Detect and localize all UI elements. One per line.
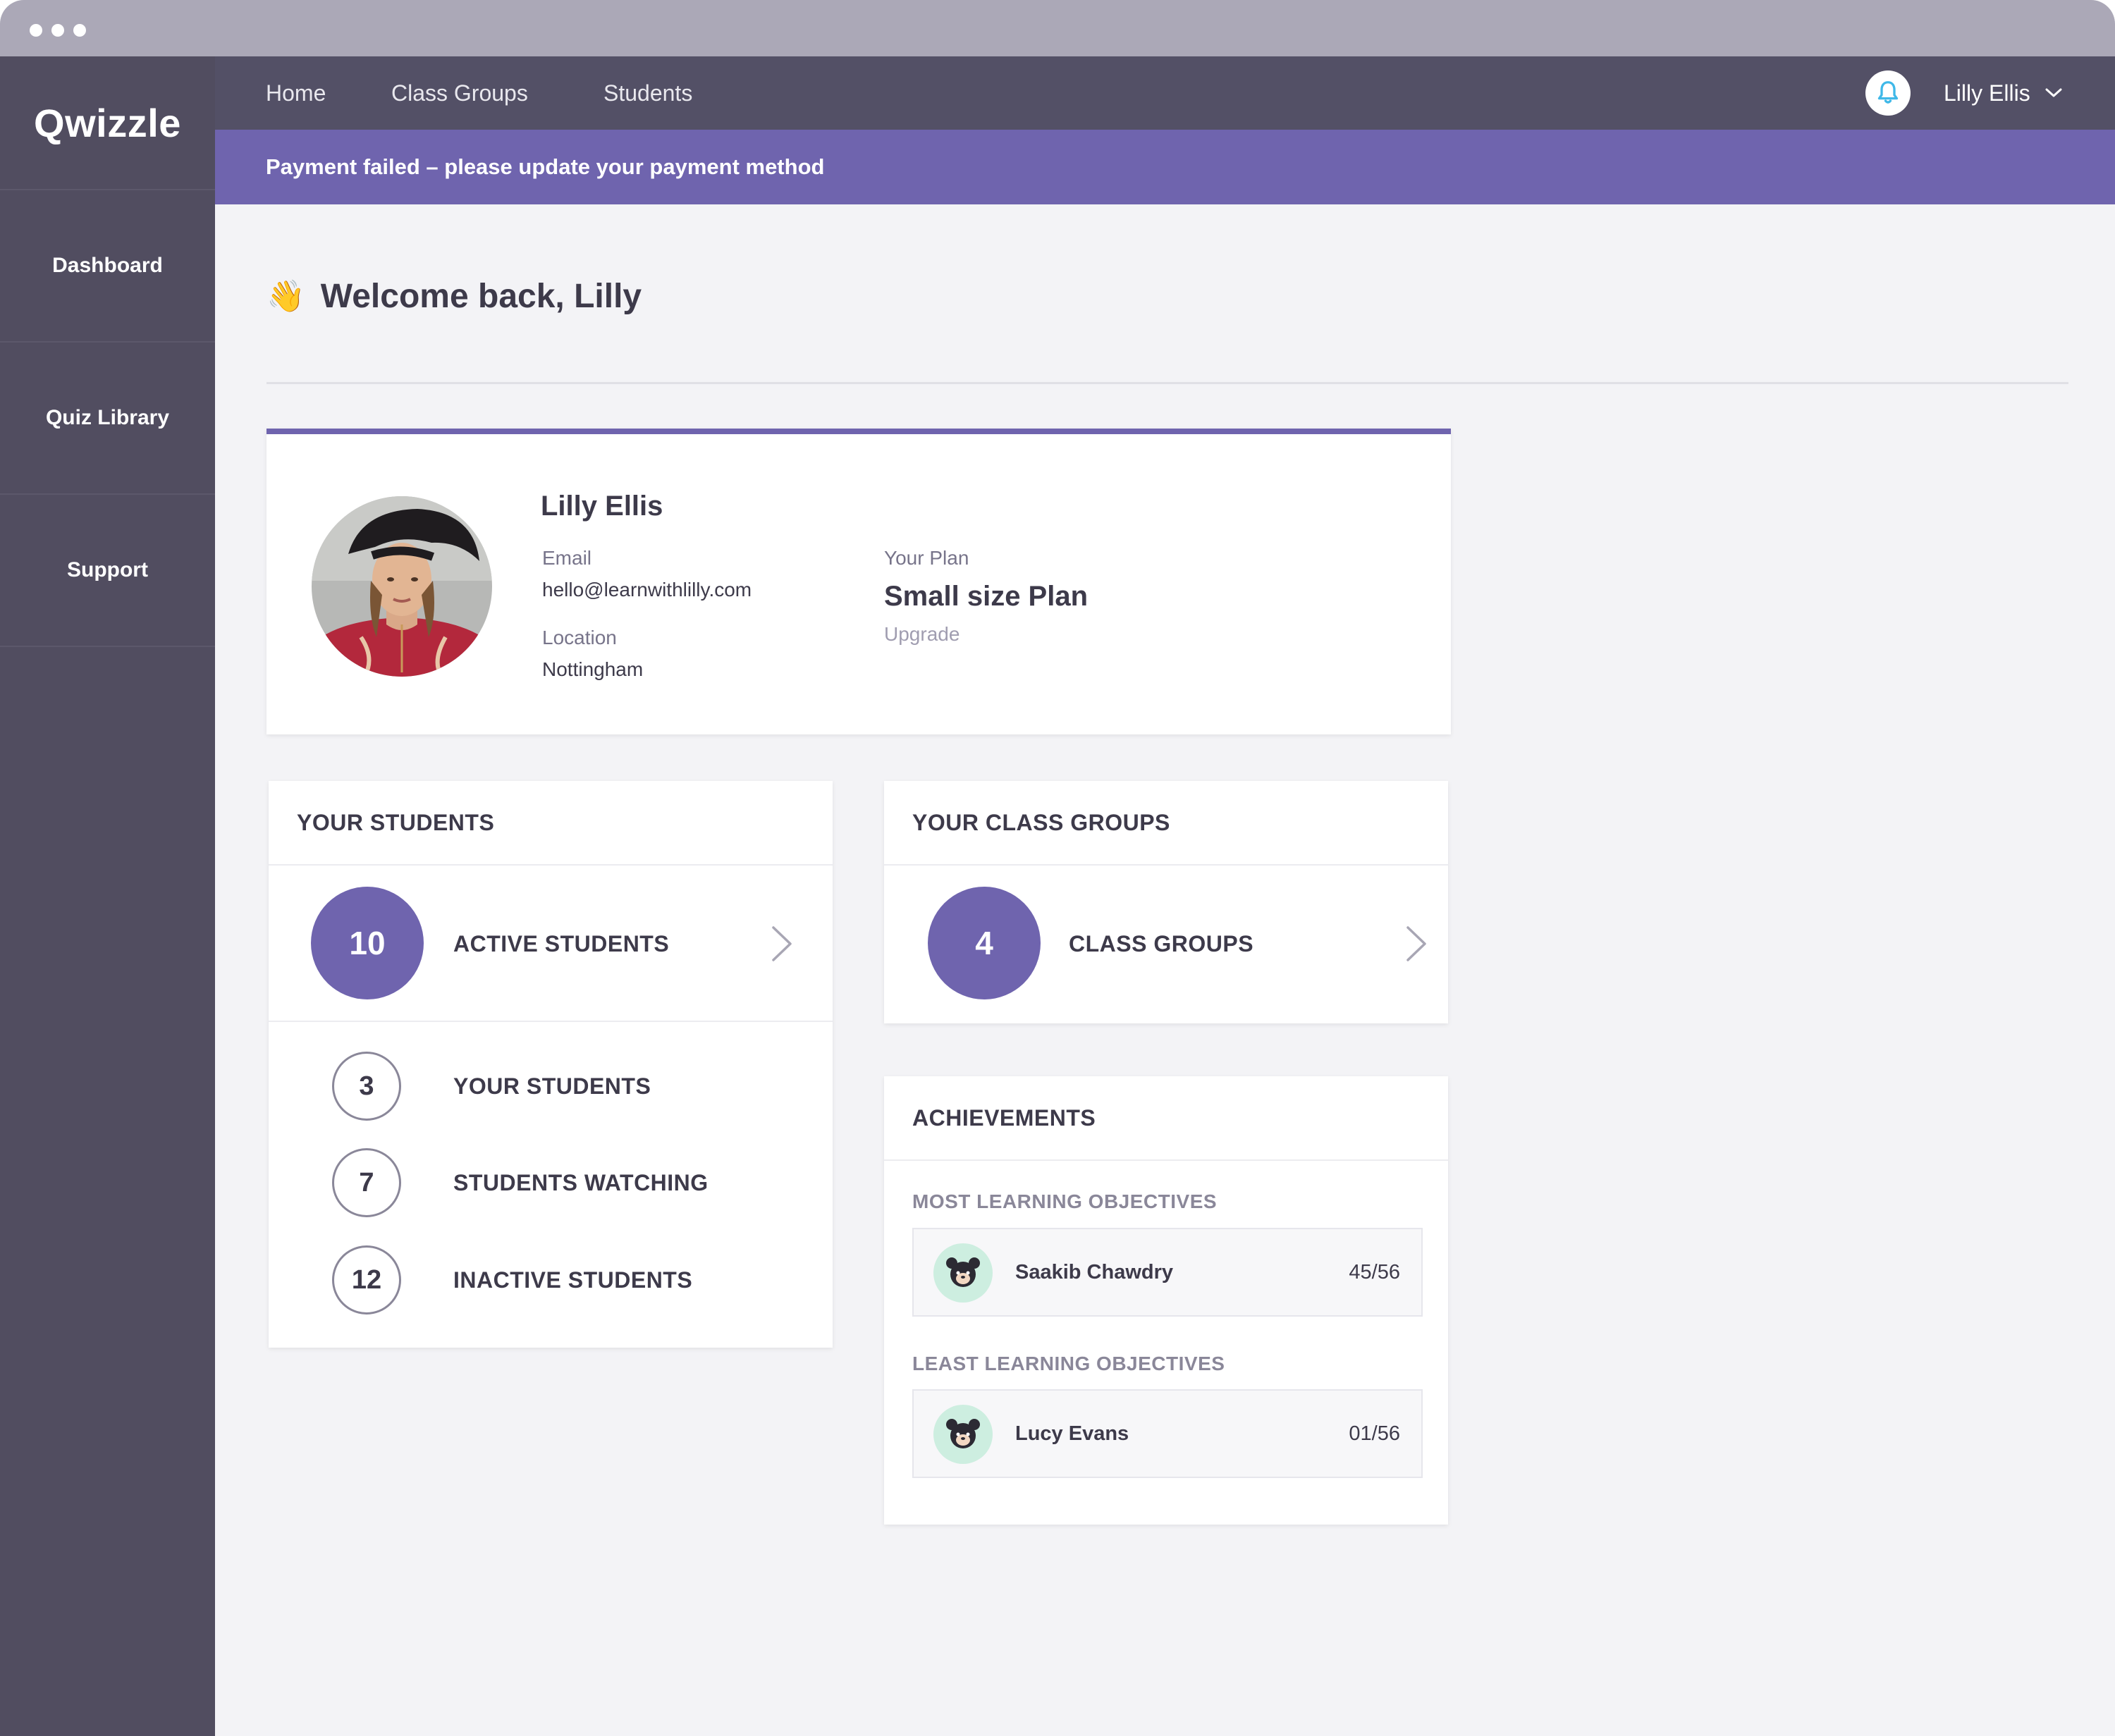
email-label: Email: [542, 547, 592, 569]
app-window: Qwizzle Dashboard Quiz Library Support H…: [0, 0, 2115, 1736]
banner-text: Payment failed – please update your paym…: [266, 154, 825, 179]
bell-icon: [1877, 81, 1899, 104]
card-title: YOUR STUDENTS: [269, 781, 833, 866]
window-dot: [30, 24, 42, 37]
student-score: 01/56: [1349, 1422, 1400, 1445]
upgrade-link[interactable]: Upgrade: [884, 623, 960, 646]
nav-link-students[interactable]: Students: [603, 56, 692, 130]
sidebar-item-support[interactable]: Support: [0, 495, 215, 647]
sidebar: Qwizzle Dashboard Quiz Library Support: [0, 56, 215, 1736]
plan-label: Your Plan: [884, 547, 969, 569]
nav-link-home[interactable]: Home: [266, 56, 326, 130]
plan-name: Small size Plan: [884, 581, 1089, 612]
inactive-students-label: INACTIVE STUDENTS: [453, 1267, 693, 1293]
list-item: 7 STUDENTS WATCHING: [269, 1134, 833, 1219]
your-students-card: YOUR STUDENTS 10 ACTIVE STUDENTS 3 YOUR …: [269, 781, 833, 1348]
window-dot: [73, 24, 86, 37]
chevron-down-icon: [2045, 88, 2062, 97]
user-menu-name: Lilly Ellis: [1944, 80, 2030, 106]
location-value: Nottingham: [542, 658, 644, 680]
location-label: Location: [542, 627, 617, 648]
window-titlebar: [0, 0, 2115, 56]
welcome-text: Welcome back, Lilly: [320, 277, 642, 315]
your-students-count: 3: [332, 1052, 401, 1121]
waving-hand-icon: 👋: [266, 279, 305, 314]
top-nav: Home Class Groups Students Lilly Ellis: [215, 56, 2115, 130]
sidebar-item-quiz-library[interactable]: Quiz Library: [0, 343, 215, 495]
student-score: 45/56: [1349, 1260, 1400, 1283]
window-dot: [51, 24, 64, 37]
bear-avatar-icon: [933, 1405, 993, 1464]
sidebar-item-dashboard[interactable]: Dashboard: [0, 190, 215, 343]
least-objectives-heading: LEAST LEARNING OBJECTIVES: [912, 1353, 1225, 1374]
class-groups-card: YOUR CLASS GROUPS 4 CLASS GROUPS: [884, 781, 1448, 1023]
profile-photo: [312, 496, 492, 677]
user-menu[interactable]: Lilly Ellis: [1944, 56, 2063, 130]
welcome-heading: 👋 Welcome back, Lilly: [266, 268, 642, 324]
payment-failed-banner[interactable]: Payment failed – please update your paym…: [215, 130, 2115, 204]
email-value: hello@learnwithlilly.com: [542, 579, 752, 601]
avatar: [312, 496, 492, 677]
least-objectives-student[interactable]: Lucy Evans 01/56: [912, 1389, 1423, 1478]
most-objectives-heading: MOST LEARNING OBJECTIVES: [912, 1190, 1218, 1212]
inactive-students-count: 12: [332, 1245, 401, 1315]
chevron-right-icon: [772, 926, 792, 961]
students-watching-label: STUDENTS WATCHING: [453, 1169, 709, 1195]
active-students-row[interactable]: 10 ACTIVE STUDENTS: [269, 866, 833, 1022]
students-watching-count: 7: [332, 1148, 401, 1217]
bear-avatar-icon: [933, 1243, 993, 1303]
active-students-label: ACTIVE STUDENTS: [453, 930, 670, 956]
class-groups-row[interactable]: 4 CLASS GROUPS: [884, 866, 1448, 1022]
achievements-card: ACHIEVEMENTS MOST LEARNING OBJECTIVES Sa…: [884, 1076, 1448, 1525]
profile-name: Lilly Ellis: [541, 491, 663, 522]
student-name: Lucy Evans: [1015, 1422, 1129, 1445]
nav-link-class-groups[interactable]: Class Groups: [391, 56, 528, 130]
divider: [266, 382, 2068, 384]
most-objectives-student[interactable]: Saakib Chawdry 45/56: [912, 1228, 1423, 1317]
student-name: Saakib Chawdry: [1015, 1260, 1174, 1283]
class-groups-label: CLASS GROUPS: [1069, 930, 1254, 956]
class-groups-count: 4: [928, 887, 1041, 999]
list-item: 12 INACTIVE STUDENTS: [269, 1231, 833, 1316]
list-item: 3 YOUR STUDENTS: [269, 1038, 833, 1122]
chevron-right-icon: [1406, 926, 1426, 961]
card-title: YOUR CLASS GROUPS: [884, 781, 1448, 866]
your-students-label: YOUR STUDENTS: [453, 1073, 651, 1099]
active-students-count: 10: [311, 887, 424, 999]
app-logo[interactable]: Qwizzle: [0, 56, 215, 190]
notifications-button[interactable]: [1865, 70, 1911, 116]
profile-card: Lilly Ellis Email hello@learnwithlilly.c…: [266, 429, 1451, 734]
card-title: ACHIEVEMENTS: [884, 1076, 1448, 1161]
